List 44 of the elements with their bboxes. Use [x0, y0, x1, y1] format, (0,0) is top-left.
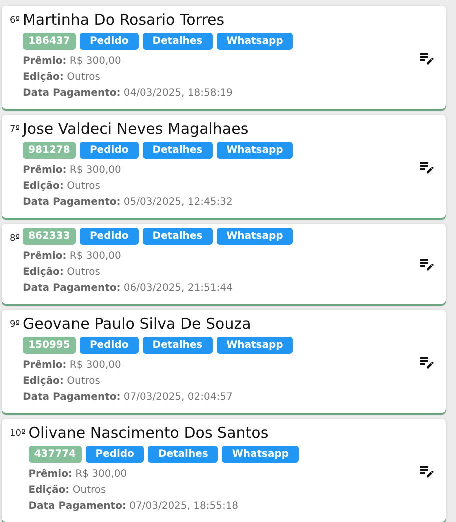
info-line: Prêmio: R$ 300,00 [22, 55, 122, 69]
action-button[interactable]: Pedido [80, 337, 139, 354]
rank-label: 6º [10, 16, 20, 26]
action-button[interactable]: Detalhes [148, 446, 218, 463]
code-badge: 862333 [22, 228, 76, 245]
rank-label: 10º [10, 429, 26, 439]
winner-name: Jose Valdeci Neves Magalhaes [22, 119, 250, 140]
action-button[interactable]: Detalhes [142, 228, 213, 245]
rank-label: 9º [10, 320, 20, 330]
info-line: Edição: Outros [22, 375, 100, 389]
action-button[interactable]: Pedido [80, 228, 139, 245]
winner-name: Olivane Nascimento Dos Santos [28, 423, 270, 444]
code-badge: 437774 [28, 446, 82, 463]
info-line: Data Pagamento: 06/03/2025, 21:51:44 [22, 282, 233, 296]
info-line: Data Pagamento: 05/03/2025, 12:45:32 [22, 196, 233, 210]
action-button[interactable]: Detalhes [142, 33, 213, 50]
info-line: Data Pagamento: 07/03/2025, 02:04:57 [22, 391, 233, 405]
info-line: Prêmio: R$ 300,00 [22, 359, 122, 373]
info-line: Edição: Outros [28, 484, 106, 498]
info-line: Data Pagamento: 04/03/2025, 18:58:19 [22, 87, 233, 101]
winner-name: Geovane Paulo Silva De Souza [22, 314, 252, 335]
action-button[interactable]: Whatsapp [216, 142, 294, 159]
info-line: Prêmio: R$ 300,00 [22, 164, 122, 178]
action-button[interactable]: Pedido [80, 142, 139, 159]
action-button[interactable]: Detalhes [142, 142, 213, 159]
info-line: Edição: Outros [22, 71, 100, 85]
action-button[interactable]: Pedido [86, 446, 144, 463]
winner-name: Martinha Do Rosario Torres [22, 10, 226, 31]
rank-label: 8º [10, 234, 20, 244]
code-badge: 186437 [22, 33, 76, 50]
info-line: Prêmio: R$ 300,00 [28, 468, 128, 482]
code-badge: 981278 [22, 142, 76, 159]
action-button[interactable]: Pedido [80, 33, 139, 50]
info-line: Edição: Outros [22, 266, 100, 280]
info-line: Prêmio: R$ 300,00 [22, 250, 122, 264]
action-button[interactable]: Detalhes [142, 337, 213, 354]
info-line: Data Pagamento: 07/03/2025, 18:55:18 [28, 500, 239, 514]
code-badge: 150995 [22, 337, 76, 354]
action-button[interactable]: Whatsapp [216, 33, 294, 50]
info-line: Edição: Outros [22, 180, 100, 194]
rank-label: 7º [10, 125, 20, 135]
action-button[interactable]: Whatsapp [222, 446, 300, 463]
action-button[interactable]: Whatsapp [216, 228, 294, 245]
action-button[interactable]: Whatsapp [216, 337, 294, 354]
